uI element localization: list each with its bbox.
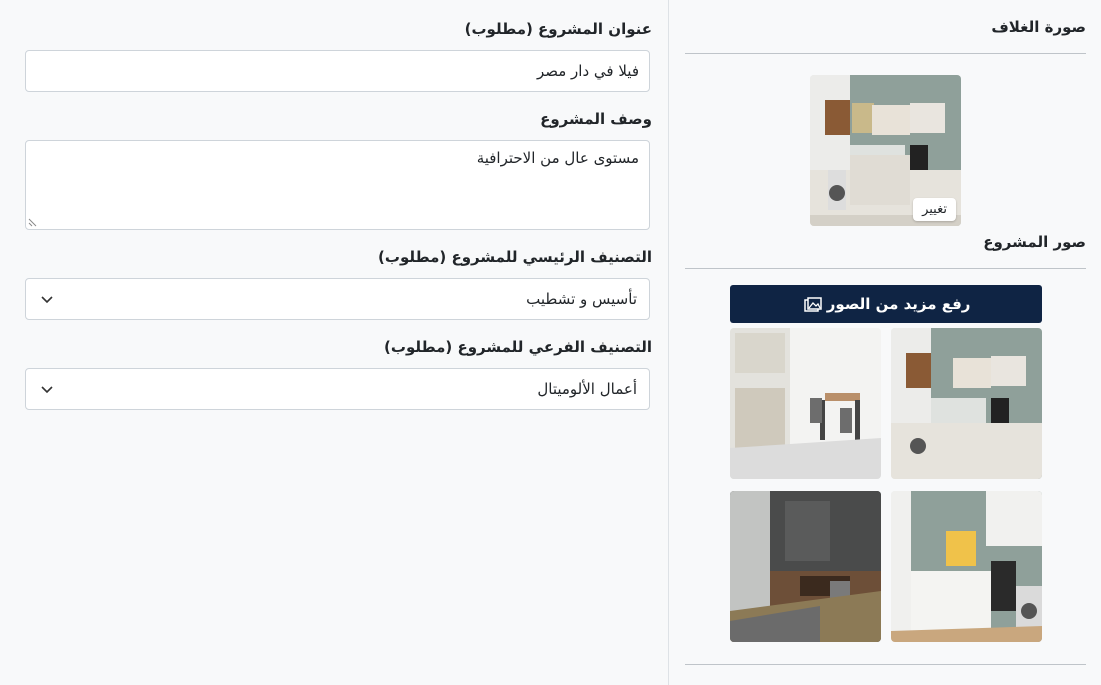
sub-category-value: أعمال الألوميتال: [537, 380, 637, 398]
gallery-image-2[interactable]: [730, 328, 881, 479]
divider: [685, 664, 1086, 665]
gallery-title: صور المشروع: [983, 233, 1086, 251]
gallery-image-3[interactable]: [891, 491, 1042, 642]
sub-category-select[interactable]: أعمال الألوميتال: [25, 368, 650, 410]
kitchen-photo: [891, 328, 1042, 479]
description-label: وصف المشروع: [540, 110, 652, 128]
kitchen-photo: [730, 491, 881, 642]
title-label: عنوان المشروع (مطلوب): [464, 20, 652, 38]
images-icon: [803, 296, 822, 312]
title-input[interactable]: فيلا في دار مصر: [25, 50, 650, 92]
gallery-image-4[interactable]: [730, 491, 881, 642]
main-category-label: التصنيف الرئيسي للمشروع (مطلوب): [378, 248, 652, 266]
images-panel: صورة الغلاف تغيير صور المشروع رفع مزيد م…: [669, 0, 1101, 685]
sub-category-label: التصنيف الفرعي للمشروع (مطلوب): [384, 338, 652, 356]
kitchen-photo: [891, 491, 1042, 642]
description-textarea[interactable]: مستوى عال من الاحترافية: [25, 140, 650, 230]
gallery-image-1[interactable]: [891, 328, 1042, 479]
project-form: عنوان المشروع (مطلوب) فيلا في دار مصر وص…: [0, 0, 668, 685]
change-cover-button[interactable]: تغيير: [913, 198, 956, 221]
upload-label: رفع مزيد من الصور: [826, 295, 971, 313]
divider: [685, 268, 1086, 269]
chevron-down-icon: [41, 386, 53, 394]
chevron-down-icon: [41, 296, 53, 304]
description-text: مستوى عال من الاحترافية: [476, 149, 639, 167]
main-category-value: تأسيس و تشطيب: [526, 290, 637, 308]
kitchen-photo: [730, 328, 881, 479]
resize-handle-icon[interactable]: [28, 217, 38, 227]
divider: [685, 53, 1086, 54]
main-category-select[interactable]: تأسيس و تشطيب: [25, 278, 650, 320]
cover-image: تغيير: [810, 75, 961, 226]
cover-title: صورة الغلاف: [991, 18, 1086, 36]
upload-more-images-button[interactable]: رفع مزيد من الصور: [730, 285, 1042, 323]
